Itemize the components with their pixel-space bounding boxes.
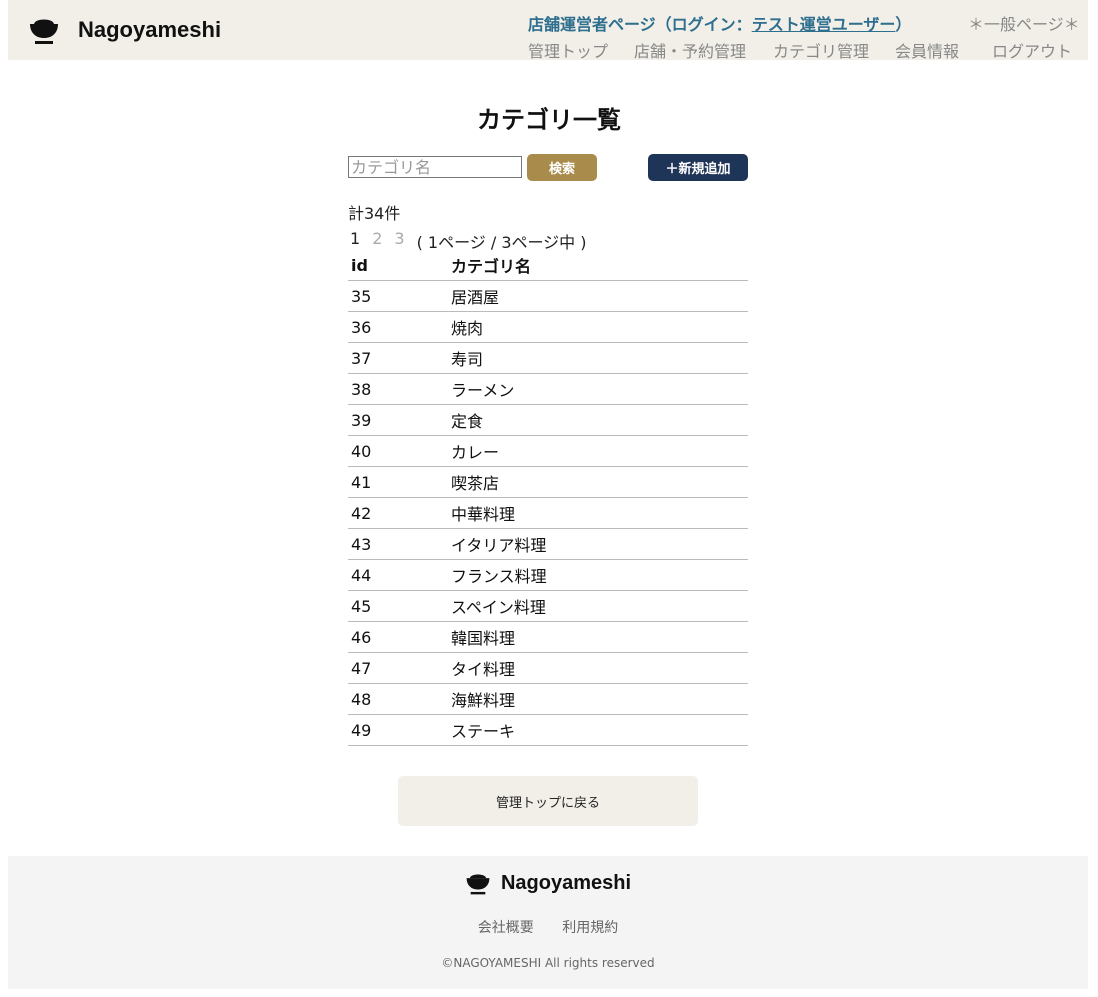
nav-logout[interactable]: ログアウト bbox=[992, 38, 1072, 62]
category-id-cell: 44 bbox=[348, 559, 448, 591]
category-name-cell: イタリア料理 bbox=[448, 528, 748, 560]
category-id-cell: 41 bbox=[348, 466, 448, 498]
table-row: 46 韓国料理 bbox=[348, 621, 748, 653]
category-id-cell: 47 bbox=[348, 652, 448, 684]
category-name-cell: 寿司 bbox=[448, 342, 748, 374]
footer-brand-name: Nagoyameshi bbox=[500, 871, 632, 894]
table-row: 39 定食 bbox=[348, 404, 748, 436]
footer-link-terms[interactable]: 利用規約 bbox=[562, 920, 618, 936]
brand-logo[interactable]: Nagoyameshi bbox=[28, 14, 221, 46]
table-row: 48 海鮮料理 bbox=[348, 683, 748, 715]
category-name-cell: 韓国料理 bbox=[448, 621, 748, 653]
footer-links: 会社概要 利用規約 bbox=[8, 917, 1088, 937]
column-header-category-name: カテゴリ名 bbox=[448, 250, 748, 281]
category-id-cell: 37 bbox=[348, 342, 448, 374]
site-footer: Nagoyameshi 会社概要 利用規約 ©NAGOYAMESHI All r… bbox=[8, 856, 1088, 989]
footer-link-company[interactable]: 会社概要 bbox=[478, 920, 534, 936]
table-row: 36 焼肉 bbox=[348, 311, 748, 343]
page-title: カテゴリ一覧 bbox=[477, 106, 621, 134]
total-count: 計34件 bbox=[348, 204, 401, 223]
brand-name: Nagoyameshi bbox=[78, 17, 222, 42]
category-id-cell: 38 bbox=[348, 373, 448, 405]
category-id-cell: 36 bbox=[348, 311, 448, 343]
category-id-cell: 42 bbox=[348, 497, 448, 529]
category-name-cell: 喫茶店 bbox=[448, 466, 748, 498]
category-name-cell: 海鮮料理 bbox=[448, 683, 748, 715]
category-name-cell: スペイン料理 bbox=[448, 590, 748, 622]
table-row: 42 中華料理 bbox=[348, 497, 748, 529]
column-header-id: id bbox=[348, 250, 448, 281]
back-to-admin-top-button[interactable]: 管理トップに戻る bbox=[398, 776, 698, 826]
category-id-cell: 39 bbox=[348, 404, 448, 436]
category-name-cell: 定食 bbox=[448, 404, 748, 436]
table-row: 43 イタリア料理 bbox=[348, 528, 748, 560]
footer-brand-logo[interactable]: Nagoyameshi bbox=[8, 870, 1088, 896]
table-row: 38 ラーメン bbox=[348, 373, 748, 405]
table-body: 35 居酒屋 36 焼肉 37 寿司 38 ラーメン 39 定食 40 カレー 41 喫茶店 42 中華料理 4… bbox=[348, 280, 748, 746]
category-search-input[interactable] bbox=[348, 156, 522, 178]
category-id-cell: 46 bbox=[348, 621, 448, 653]
add-category-button[interactable]: ＋新規追加 bbox=[648, 154, 748, 181]
table-row: 49 ステーキ bbox=[348, 714, 748, 746]
table-header-row: id カテゴリ名 bbox=[348, 250, 748, 281]
table-row: 47 タイ料理 bbox=[348, 652, 748, 684]
table-row: 35 居酒屋 bbox=[348, 280, 748, 312]
category-name-cell: 焼肉 bbox=[448, 311, 748, 343]
rice-bowl-icon bbox=[30, 19, 58, 44]
owner-prefix: 店舗運営者ページ（ログイン： bbox=[528, 15, 752, 34]
category-name-cell: タイ料理 bbox=[448, 652, 748, 684]
nav-admin-top[interactable]: 管理トップ bbox=[528, 38, 608, 62]
category-id-cell: 43 bbox=[348, 528, 448, 560]
owner-page-label: 店舗運営者ページ（ログイン：テスト運営ユーザー） bbox=[528, 11, 911, 35]
table-row: 44 フランス料理 bbox=[348, 559, 748, 591]
copyright: ©NAGOYAMESHI All rights reserved bbox=[441, 956, 655, 970]
category-name-cell: 居酒屋 bbox=[448, 280, 748, 312]
category-id-cell: 48 bbox=[348, 683, 448, 715]
category-id-cell: 49 bbox=[348, 714, 448, 746]
search-button[interactable]: 検索 bbox=[527, 154, 597, 181]
category-name-cell: フランス料理 bbox=[448, 559, 748, 591]
table-row: 45 スペイン料理 bbox=[348, 590, 748, 622]
general-page-link[interactable]: ＊一般ページ＊ bbox=[968, 11, 1080, 35]
category-name-cell: ステーキ bbox=[448, 714, 748, 746]
category-name-cell: カレー bbox=[448, 435, 748, 467]
table-row: 41 喫茶店 bbox=[348, 466, 748, 498]
category-table: id カテゴリ名 35 居酒屋 36 焼肉 37 寿司 38 ラーメン 39 定食 40 カレー 41 喫… bbox=[348, 250, 748, 746]
table-row: 37 寿司 bbox=[348, 342, 748, 374]
owner-user-link[interactable]: テスト運営ユーザー bbox=[752, 15, 896, 34]
category-id-cell: 45 bbox=[348, 590, 448, 622]
site-header: Nagoyameshi 店舗運営者ページ（ログイン：テスト運営ユーザー） ＊一般… bbox=[8, 0, 1088, 62]
table-row: 40 カレー bbox=[348, 435, 748, 467]
category-name-cell: ラーメン bbox=[448, 373, 748, 405]
category-name-cell: 中華料理 bbox=[448, 497, 748, 529]
nav-member-info[interactable]: 会員情報 bbox=[895, 38, 959, 62]
nav-category-management[interactable]: カテゴリ管理 bbox=[773, 38, 869, 62]
owner-suffix: ） bbox=[895, 15, 912, 34]
category-id-cell: 40 bbox=[348, 435, 448, 467]
nav-store-reservation[interactable]: 店舗・予約管理 bbox=[634, 38, 746, 62]
category-id-cell: 35 bbox=[348, 280, 448, 312]
rice-bowl-icon bbox=[466, 874, 490, 895]
